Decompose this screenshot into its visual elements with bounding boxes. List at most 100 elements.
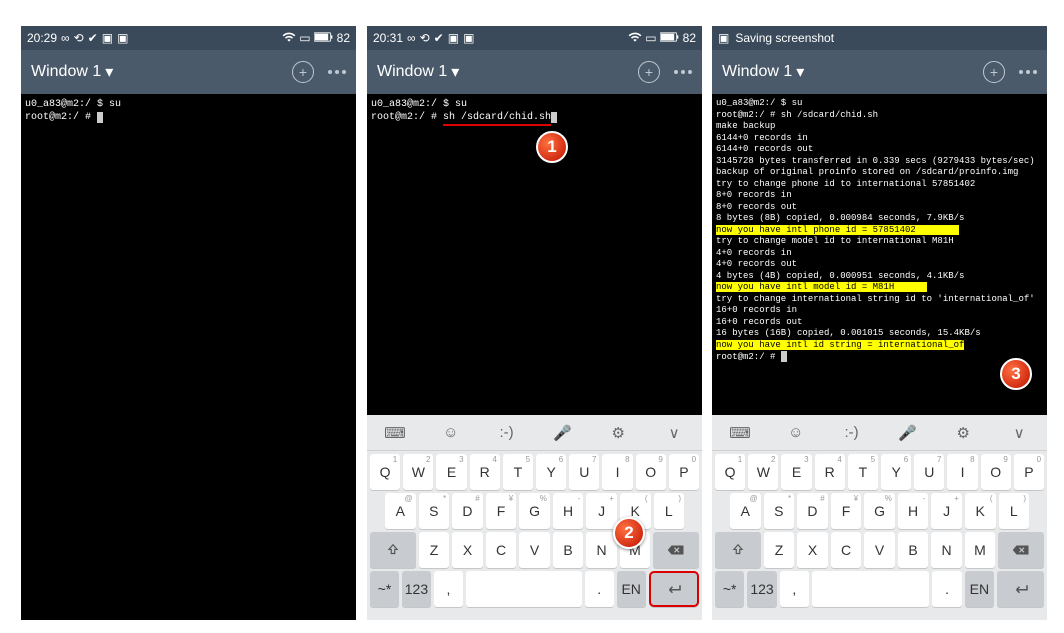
- key-s[interactable]: S*: [764, 493, 795, 529]
- key-r[interactable]: R4: [815, 454, 845, 490]
- terminal-line: root@m2:/ # sh /sdcard/chid.sh: [371, 111, 698, 126]
- image-icon: ▣: [117, 31, 128, 45]
- window-title[interactable]: Window 1 ▾: [377, 62, 459, 82]
- window-title[interactable]: Window 1 ▾: [31, 62, 113, 82]
- key-o[interactable]: O9: [636, 454, 666, 490]
- symbols-key[interactable]: ~*: [715, 571, 744, 607]
- key-w[interactable]: W2: [748, 454, 778, 490]
- key-s[interactable]: S*: [419, 493, 450, 529]
- comma-key[interactable]: ,: [434, 571, 463, 607]
- menu-button[interactable]: [328, 70, 346, 74]
- terminal-output[interactable]: u0_a83@m2:/ $ suroot@m2:/ # sh /sdcard/c…: [367, 94, 702, 130]
- emoji-icon[interactable]: ☺: [423, 424, 479, 441]
- space-key[interactable]: [812, 571, 929, 607]
- key-o[interactable]: O9: [981, 454, 1011, 490]
- key-c[interactable]: C: [831, 532, 862, 568]
- keyboard-icon[interactable]: ⌨: [367, 424, 423, 442]
- emoji-icon[interactable]: ☺: [768, 424, 824, 441]
- status-bar: ▣ Saving screenshot: [712, 26, 1047, 50]
- key-j[interactable]: J+: [931, 493, 962, 529]
- space-key[interactable]: [466, 571, 582, 607]
- add-window-button[interactable]: +: [292, 61, 314, 83]
- numbers-key[interactable]: 123: [402, 571, 431, 607]
- key-l[interactable]: L): [654, 493, 685, 529]
- add-window-button[interactable]: +: [983, 61, 1005, 83]
- key-i[interactable]: I8: [602, 454, 632, 490]
- dropdown-icon: ▾: [451, 62, 459, 82]
- key-d[interactable]: D#: [452, 493, 483, 529]
- key-e[interactable]: E3: [781, 454, 811, 490]
- key-t[interactable]: T5: [503, 454, 533, 490]
- key-h[interactable]: H-: [553, 493, 584, 529]
- key-a[interactable]: A@: [385, 493, 416, 529]
- key-q[interactable]: Q1: [715, 454, 745, 490]
- key-t[interactable]: T5: [848, 454, 878, 490]
- period-key[interactable]: .: [932, 571, 961, 607]
- smiley-icon[interactable]: :-): [824, 424, 880, 441]
- key-j[interactable]: J+: [586, 493, 617, 529]
- key-p[interactable]: P0: [1014, 454, 1044, 490]
- backspace-key[interactable]: [998, 532, 1044, 568]
- symbols-key[interactable]: ~*: [370, 571, 399, 607]
- enter-key[interactable]: [997, 571, 1044, 607]
- key-m[interactable]: M: [965, 532, 996, 568]
- key-z[interactable]: Z: [764, 532, 795, 568]
- smiley-icon[interactable]: :-): [479, 424, 535, 441]
- language-key[interactable]: EN: [617, 571, 646, 607]
- shift-key[interactable]: [715, 532, 761, 568]
- chevron-down-icon[interactable]: ∨: [991, 424, 1047, 442]
- language-key[interactable]: EN: [965, 571, 994, 607]
- key-b[interactable]: B: [898, 532, 929, 568]
- terminal-line: u0_a83@m2:/ $ su: [25, 98, 352, 111]
- key-u[interactable]: U7: [914, 454, 944, 490]
- keyboard-icon[interactable]: ⌨: [712, 424, 768, 442]
- key-g[interactable]: G%: [864, 493, 895, 529]
- key-y[interactable]: Y6: [881, 454, 911, 490]
- key-n[interactable]: N: [586, 532, 617, 568]
- terminal-output[interactable]: u0_a83@m2:/ $ suroot@m2:/ # sh /sdcard/c…: [712, 94, 1047, 368]
- menu-button[interactable]: [1019, 70, 1037, 74]
- key-x[interactable]: X: [797, 532, 828, 568]
- shift-key[interactable]: [370, 532, 416, 568]
- key-e[interactable]: E3: [436, 454, 466, 490]
- infinity-icon: ∞: [407, 31, 416, 45]
- menu-button[interactable]: [674, 70, 692, 74]
- backspace-key[interactable]: [653, 532, 699, 568]
- add-window-button[interactable]: +: [638, 61, 660, 83]
- terminal-output[interactable]: u0_a83@m2:/ $ suroot@m2:/ #: [21, 94, 356, 128]
- key-g[interactable]: G%: [519, 493, 550, 529]
- key-f[interactable]: F¥: [486, 493, 517, 529]
- terminal-line: now you have intl phone id = 57851402: [716, 225, 1043, 237]
- key-k[interactable]: K(: [965, 493, 996, 529]
- chevron-down-icon[interactable]: ∨: [646, 424, 702, 442]
- key-n[interactable]: N: [931, 532, 962, 568]
- key-y[interactable]: Y6: [536, 454, 566, 490]
- clock: 20:31: [373, 31, 403, 45]
- period-key[interactable]: .: [585, 571, 614, 607]
- key-u[interactable]: U7: [569, 454, 599, 490]
- comma-key[interactable]: ,: [780, 571, 809, 607]
- key-q[interactable]: Q1: [370, 454, 400, 490]
- key-l[interactable]: L): [999, 493, 1030, 529]
- key-d[interactable]: D#: [797, 493, 828, 529]
- mic-icon[interactable]: 🎤: [879, 424, 935, 442]
- key-i[interactable]: I8: [947, 454, 977, 490]
- numbers-key[interactable]: 123: [747, 571, 776, 607]
- key-r[interactable]: R4: [470, 454, 500, 490]
- key-c[interactable]: C: [486, 532, 517, 568]
- gear-icon[interactable]: ⚙: [935, 424, 991, 442]
- gear-icon[interactable]: ⚙: [590, 424, 646, 442]
- key-z[interactable]: Z: [419, 532, 450, 568]
- mic-icon[interactable]: 🎤: [534, 424, 590, 442]
- key-w[interactable]: W2: [403, 454, 433, 490]
- window-title[interactable]: Window 1 ▾: [722, 62, 804, 82]
- key-f[interactable]: F¥: [831, 493, 862, 529]
- key-p[interactable]: P0: [669, 454, 699, 490]
- key-h[interactable]: H-: [898, 493, 929, 529]
- key-v[interactable]: V: [864, 532, 895, 568]
- key-b[interactable]: B: [553, 532, 584, 568]
- key-x[interactable]: X: [452, 532, 483, 568]
- enter-key[interactable]: [649, 571, 699, 607]
- key-v[interactable]: V: [519, 532, 550, 568]
- key-a[interactable]: A@: [730, 493, 761, 529]
